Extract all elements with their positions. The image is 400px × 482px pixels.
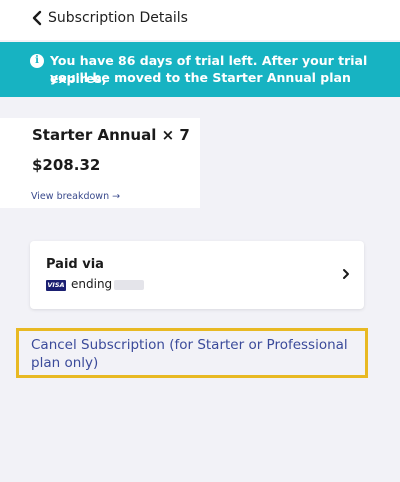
paid-via-label: Paid via [46, 257, 104, 272]
payment-method-card[interactable]: Paid via VISA ending [30, 241, 364, 309]
card-ending-text: ending [71, 277, 113, 291]
page-header: Subscription Details [0, 0, 400, 40]
subscription-details-page: Subscription Details i You have 86 days … [0, 0, 400, 482]
trial-banner: i You have 86 days of trial left. After … [0, 42, 400, 97]
visa-card-icon: VISA [46, 280, 66, 291]
cancel-subscription-link[interactable]: Cancel Subscription (for Starter or Prof… [31, 336, 363, 372]
trial-banner-line2: you'll be moved to the Starter Annual pl… [50, 70, 351, 85]
view-breakdown-link[interactable]: View breakdown → [31, 191, 120, 202]
page-title: Subscription Details [48, 10, 188, 26]
plan-price: $208.32 [32, 156, 101, 174]
plan-name: Starter Annual × 7 [32, 126, 190, 144]
card-last-digits-redacted [114, 280, 144, 290]
back-button[interactable]: Subscription Details [32, 10, 188, 26]
chevron-right-icon [343, 269, 349, 279]
chevron-left-icon [32, 10, 42, 26]
info-icon: i [30, 54, 44, 68]
